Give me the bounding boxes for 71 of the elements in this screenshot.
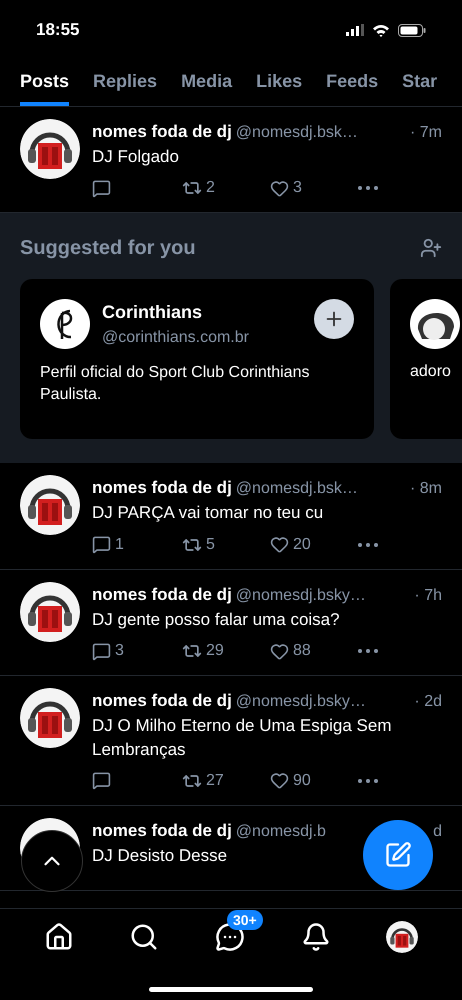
reply-button[interactable]: 1 — [92, 532, 182, 557]
like-button[interactable]: 3 — [270, 176, 358, 200]
notifications-icon[interactable] — [300, 922, 331, 952]
like-button[interactable]: 88 — [270, 639, 358, 664]
author-handle: @nomesdj.bsky… — [236, 692, 366, 712]
author-name: nomes foda de dj — [92, 820, 232, 842]
author-name: nomes foda de dj — [92, 584, 232, 606]
follow-button[interactable] — [314, 299, 354, 340]
profile-tab[interactable]: Feeds — [326, 60, 378, 106]
add-user-icon[interactable] — [420, 237, 442, 260]
account-bio: Perfil oficial do Sport Club Corinthians Paulista. — [40, 363, 310, 406]
repost-button[interactable]: 5 — [182, 532, 270, 557]
comment-icon — [92, 535, 111, 554]
author-name: nomes foda de dj — [92, 477, 232, 500]
profile-tab[interactable]: Replies — [93, 60, 158, 106]
more-icon — [358, 778, 378, 783]
post-text: DJ PARÇA vai tomar no teu cu — [92, 502, 324, 524]
post-time: · 8m — [410, 479, 442, 500]
repost-button[interactable]: 29 — [182, 639, 270, 664]
compose-icon — [384, 841, 412, 869]
heart-icon — [270, 771, 289, 790]
author-handle: @nomesdj.bsk… — [236, 123, 358, 143]
account-bio: adoro — [410, 362, 452, 382]
more-icon — [358, 186, 378, 190]
heart-icon — [270, 535, 289, 554]
section-title: Suggested for you — [20, 236, 196, 262]
heart-icon — [270, 178, 289, 198]
more-icon — [358, 649, 378, 654]
notification-badge: 30+ — [226, 910, 263, 930]
reply-button[interactable]: 3 — [92, 639, 182, 664]
post-text: DJ O Milho Eterno de Uma Espiga Sem Lembranças — [92, 715, 393, 761]
like-button[interactable]: 90 — [270, 768, 358, 793]
comment-icon — [92, 642, 111, 661]
scroll-to-top-button[interactable] — [21, 830, 83, 892]
author-name: nomes foda de dj — [92, 690, 232, 712]
signal-icon — [346, 24, 364, 36]
more-icon — [358, 542, 378, 547]
comment-icon — [92, 771, 111, 790]
heart-icon — [270, 642, 289, 661]
profile-tab[interactable]: Star — [402, 60, 438, 106]
home-icon[interactable] — [44, 922, 74, 952]
more-button[interactable] — [358, 186, 378, 190]
account-handle: @corinthians.com.br — [102, 328, 250, 348]
profile-tab[interactable]: Likes — [256, 60, 302, 106]
wifi-icon — [372, 24, 390, 36]
account-name: Corinthians — [102, 301, 204, 324]
author-handle: @nomesdj.b — [236, 822, 326, 842]
more-button[interactable] — [358, 542, 378, 547]
post-time: · 2d — [414, 692, 442, 712]
repost-button[interactable]: 27 — [182, 768, 270, 793]
post-time: · 7m — [410, 123, 442, 143]
search-icon[interactable] — [129, 922, 160, 952]
post-text: DJ Desisto Desse — [92, 844, 228, 867]
post-text: DJ gente posso falar uma coisa? — [92, 608, 340, 631]
profile-tab[interactable]: Posts — [20, 60, 70, 106]
battery-icon — [398, 24, 426, 36]
repost-button[interactable]: 2 — [182, 176, 270, 200]
post-text: DJ Folgado — [92, 146, 179, 168]
suggestion-card[interactable]: Corinthians @corinthians.com.br Perfil oficial do Sport Club Corinthians Paulista. — [20, 279, 374, 440]
author-name: nomes foda de dj — [92, 121, 232, 143]
more-button[interactable] — [358, 778, 378, 783]
post-time: d — [433, 822, 442, 842]
more-button[interactable] — [358, 649, 378, 654]
like-button[interactable]: 20 — [270, 532, 358, 557]
author-handle: @nomesdj.bsky… — [236, 586, 366, 606]
profile-tab[interactable]: Media — [181, 60, 232, 106]
comment-icon — [92, 178, 111, 198]
post-time: · 7h — [414, 586, 442, 606]
author-handle: @nomesdj.bsk… — [236, 479, 358, 500]
suggestion-card[interactable]: adoro — [390, 279, 462, 440]
status-time: 18:55 — [36, 19, 80, 42]
